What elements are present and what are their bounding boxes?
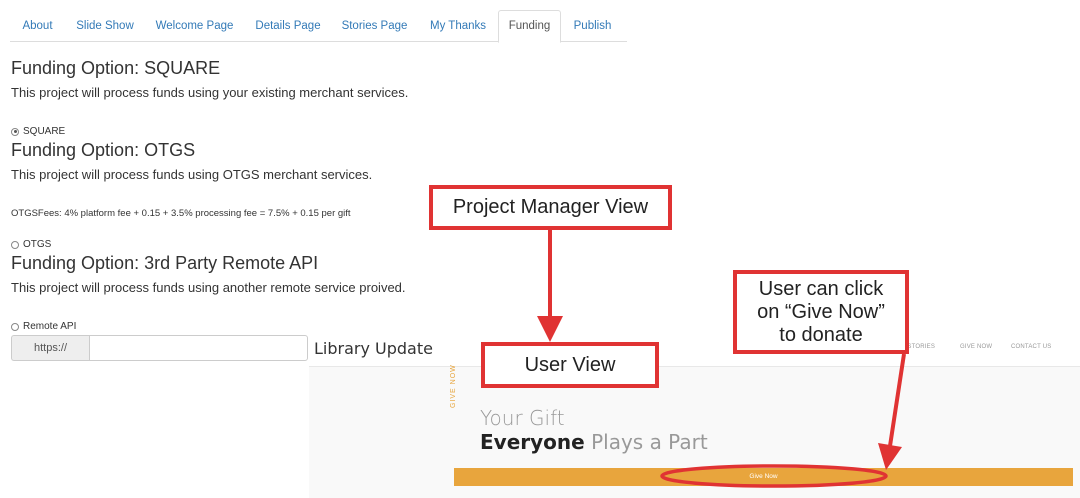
otgs-radio[interactable] [11,240,19,249]
callout-click-line2: on “Give Now” [757,300,885,323]
otgs-option[interactable]: OTGS [11,239,51,250]
otgs-radio-label: OTGS [23,239,52,250]
remote-api-description: This project will process funds using an… [11,280,406,295]
tab-welcome-page[interactable]: Welcome Page [149,10,240,42]
otgs-description: This project will process funds using OT… [11,167,373,182]
give-now-vertical-label: GIVE NOW [450,364,457,408]
tab-funding[interactable]: Funding [498,10,561,43]
remote-api-heading: Funding Option: 3rd Party Remote API [11,253,319,273]
tab-publish[interactable]: Publish [565,10,620,42]
hero-headline-rest: Plays a Part [584,430,708,454]
callout-click-line3: to donate [779,323,863,346]
square-radio-label: SQUARE [23,126,66,137]
tab-about[interactable]: About [14,10,61,42]
nav-give-now[interactable]: GIVE NOW [960,344,992,350]
tab-my-thanks[interactable]: My Thanks [421,10,495,42]
callout-pm-text: Project Manager View [452,196,649,218]
site-title: Library Update [314,339,433,358]
remote-api-url-input[interactable] [89,335,308,361]
callout-user-can-click: User can click on “Give Now” to donate [733,270,909,354]
tab-details-page[interactable]: Details Page [248,10,328,42]
remote-api-option[interactable]: Remote API [11,321,76,332]
nav-contact-us[interactable]: CONTACT US [1011,344,1051,350]
callout-user-view: User View [481,342,659,388]
user-view: Library Update R STORIES GIVE NOW CONTAC… [309,333,1080,498]
hero-headline-line1: Your Gift [480,406,565,430]
tab-slide-show[interactable]: Slide Show [69,10,141,42]
square-heading: Funding Option: SQUARE [11,58,221,78]
remote-api-url-group: https:// [11,335,308,361]
otgs-fees: OTGSFees: 4% platform fee + 0.15 + 3.5% … [11,208,351,219]
tab-stories-page[interactable]: Stories Page [336,10,413,42]
hero-headline-line2: Everyone Plays a Part [480,430,708,454]
give-now-button[interactable]: Give Now [454,468,1073,486]
remote-api-radio[interactable] [11,322,19,331]
callout-project-manager-view: Project Manager View [429,185,672,230]
remote-api-radio-label: Remote API [23,321,77,332]
hero-headline-bold: Everyone [480,430,585,454]
otgs-heading: Funding Option: OTGS [11,140,196,160]
callout-click-line1: User can click [758,277,884,300]
square-option[interactable]: SQUARE [11,126,65,137]
callout-user-text: User View [524,353,616,376]
square-description: This project will process funds using yo… [11,85,409,100]
url-prefix: https:// [11,335,89,361]
tab-bar: About Slide Show Welcome Page Details Pa… [10,10,627,43]
square-radio[interactable] [11,127,19,136]
